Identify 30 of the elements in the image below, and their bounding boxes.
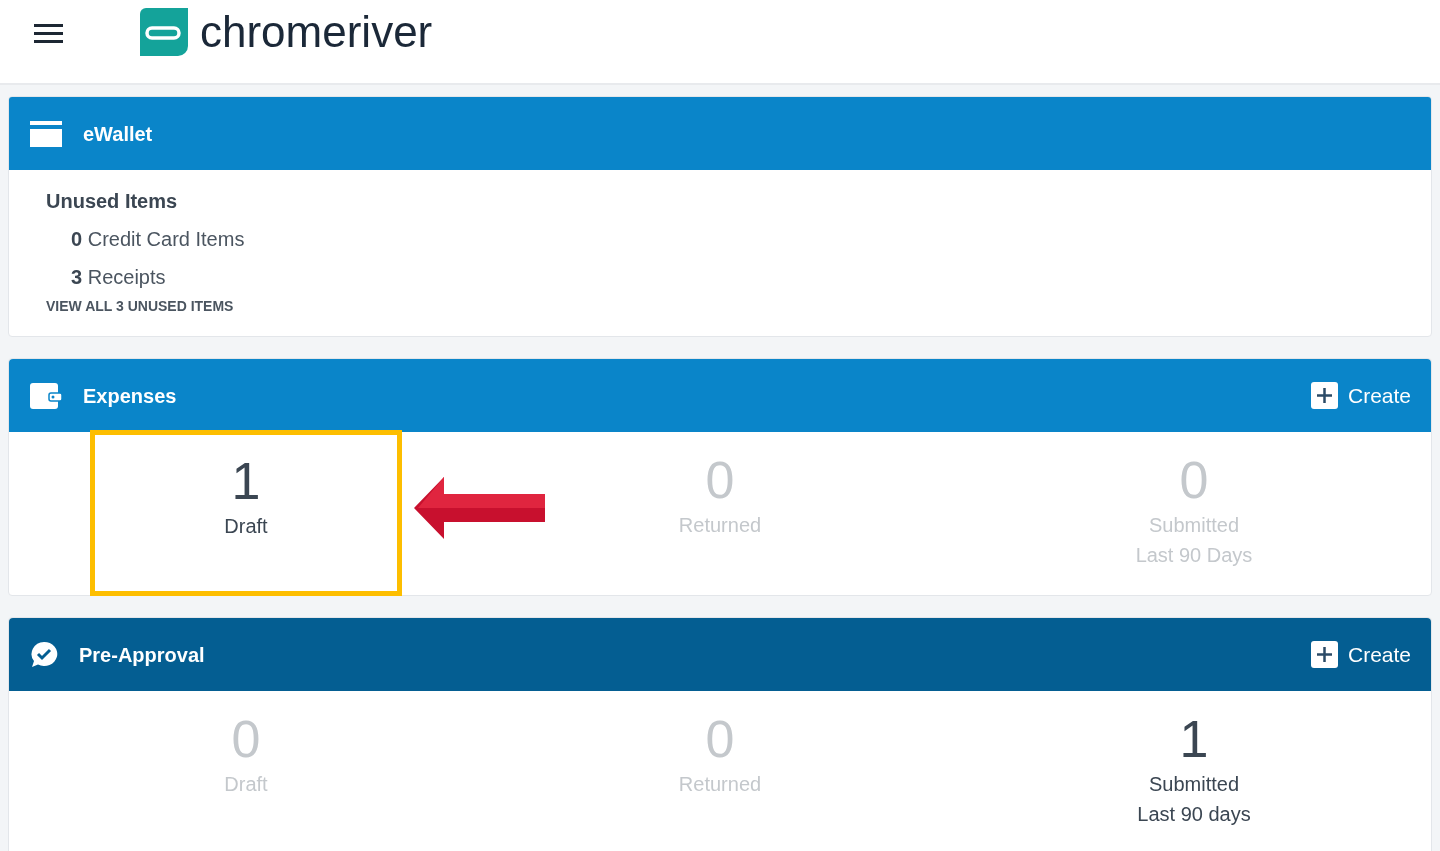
check-bubble-icon	[29, 640, 59, 669]
create-button[interactable]: Create	[1310, 379, 1411, 412]
stat-count: 0	[1179, 450, 1209, 510]
stat-label: Draft	[224, 514, 268, 539]
view-all-link[interactable]: VIEW ALL 3 UNUSED ITEMS	[46, 296, 234, 317]
section-title: Unused Items	[46, 189, 178, 214]
stat-count: 0	[231, 709, 261, 769]
stat-count: 0	[705, 709, 735, 769]
panel-title: Pre-Approval	[79, 642, 205, 668]
card-icon	[29, 120, 63, 147]
stat-label: Last 90 Days	[1135, 543, 1253, 568]
plus-icon	[1310, 641, 1338, 668]
stat-label: Last 90 days	[1137, 802, 1251, 827]
panel-title: eWallet	[83, 121, 153, 147]
stat-label: Submitted	[1148, 513, 1239, 538]
stat-label: Draft	[224, 772, 268, 797]
panel-title: Expenses	[83, 383, 177, 409]
unused-item: 0 Credit Card Items	[71, 227, 245, 252]
create-button[interactable]: Create	[1310, 638, 1411, 671]
wallet-icon	[29, 380, 63, 411]
unused-item: 3 Receipts	[71, 265, 166, 290]
stat-count: 0	[705, 450, 735, 510]
stat-label: Returned	[678, 513, 762, 538]
stat-label: Submitted	[1148, 772, 1239, 797]
plus-icon	[1310, 382, 1338, 409]
logo-text: chromeriver	[200, 8, 433, 56]
stat-label: Returned	[678, 772, 762, 797]
stat-count: 1	[1179, 709, 1209, 769]
logo-icon	[140, 8, 188, 56]
stat-count: 1	[231, 451, 261, 511]
